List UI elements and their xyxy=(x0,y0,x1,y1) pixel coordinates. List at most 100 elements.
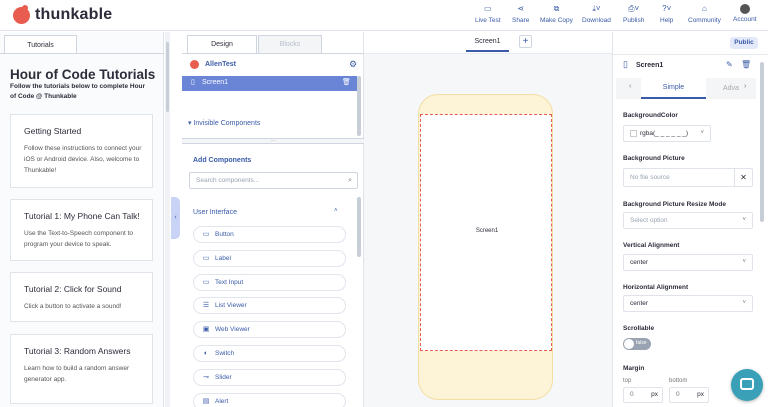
components-scrollbar[interactable] xyxy=(357,197,361,257)
screen-preview[interactable]: Screen1 xyxy=(420,114,552,351)
tab-advanced[interactable]: Adva xyxy=(723,78,745,99)
button-icon: ▭ xyxy=(202,231,210,238)
background-picture-label: Background Picture xyxy=(623,155,685,162)
tutorial-card[interactable]: Tutorial 1: My Phone Can Talk! Use the T… xyxy=(10,199,153,261)
tutorials-scrollbar[interactable] xyxy=(165,32,170,407)
chevron-left-icon[interactable]: ‹ xyxy=(629,83,631,90)
edit-icon[interactable]: ✎ xyxy=(726,60,733,69)
tree-scrollbar[interactable] xyxy=(357,76,361,136)
margin-label: Margin xyxy=(623,365,645,372)
copy-icon: ⧉ xyxy=(553,4,560,13)
collapse-panel-button[interactable]: ‹ xyxy=(171,197,180,239)
card-title: Tutorial 3: Random Answers xyxy=(24,346,131,356)
component-text-input[interactable]: ▭ Text Input xyxy=(193,274,346,291)
trash-icon[interactable]: 🗑 xyxy=(741,60,751,69)
component-slider[interactable]: ⊸ Slider xyxy=(193,369,346,386)
component-switch[interactable]: ◐ Switch xyxy=(193,345,346,362)
chevron-down-icon: ˅ xyxy=(700,130,704,136)
project-row[interactable]: AllenTest ⚙ xyxy=(182,58,357,73)
chevron-left-icon: ‹ xyxy=(174,214,177,221)
screen-tab-bar: Screen1 + xyxy=(364,32,612,54)
search-input[interactable]: Search components... ⌕ xyxy=(189,172,358,189)
alert-icon: ▤ xyxy=(202,398,210,405)
public-badge[interactable]: Public xyxy=(730,37,758,49)
tutorial-card[interactable]: Getting Started Follow these instruction… xyxy=(10,114,153,188)
download-button[interactable]: ⤓˅ Download xyxy=(582,3,611,24)
design-canvas: Screen1 + Screen1 xyxy=(364,32,612,407)
tab-simple[interactable]: Simple xyxy=(641,78,706,99)
margin-bottom-input[interactable]: 0 px xyxy=(669,387,709,403)
horizontal-alignment-label: Horizontal Alignment xyxy=(623,284,689,291)
chevron-right-icon[interactable]: › xyxy=(744,83,746,90)
make-copy-button[interactable]: ⧉ Make Copy xyxy=(540,3,573,24)
vertical-alignment-label: Vertical Alignment xyxy=(623,242,680,249)
card-description: Learn how to build a random answer gener… xyxy=(24,365,130,383)
chat-support-button[interactable] xyxy=(731,369,763,401)
help-icon: ?˅ xyxy=(662,4,672,13)
live-test-icon: ▭ xyxy=(483,4,492,13)
components-panel: Design Blocks AllenTest ⚙ ▯ Screen1 🗑 ▾ … xyxy=(182,32,364,407)
help-button[interactable]: ?˅ Help xyxy=(660,3,673,24)
settings-icon[interactable]: ⚙ xyxy=(349,59,357,70)
component-list-viewer[interactable]: ☰ List Viewer xyxy=(193,297,346,314)
trash-icon[interactable]: 🗑 xyxy=(342,78,351,86)
screen-preview-label: Screen1 xyxy=(475,228,499,234)
publish-icon: ⎙˅ xyxy=(628,4,640,13)
chevron-down-icon: ˅ xyxy=(742,259,746,265)
component-label[interactable]: ▭ Label xyxy=(193,250,346,267)
clear-icon[interactable]: ✕ xyxy=(734,169,752,186)
project-name: AllenTest xyxy=(205,61,236,68)
publish-button[interactable]: ⎙˅ Publish xyxy=(623,3,644,24)
chevron-down-icon: ˅ xyxy=(742,300,746,306)
download-icon: ⤓˅ xyxy=(592,4,601,13)
community-button[interactable]: ⌂ Community xyxy=(688,3,721,24)
scrollable-label: Scrollable xyxy=(623,325,655,332)
community-icon: ⌂ xyxy=(702,4,707,13)
account-button[interactable]: Account xyxy=(733,3,757,23)
add-components-heading: Add Components xyxy=(193,157,252,164)
tab-tutorials[interactable]: Tutorials xyxy=(4,35,77,54)
divider xyxy=(182,53,364,54)
web-viewer-icon: ▣ xyxy=(202,326,210,333)
category-user-interface[interactable]: User Interface ˄ xyxy=(193,208,343,216)
background-color-field[interactable]: rgba(_ _ _ _ _ _) ˅ xyxy=(623,125,711,142)
properties-panel: Public ▯ Screen1 ✎ 🗑 ‹ Simple Adva › Bac… xyxy=(612,32,768,407)
live-test-button[interactable]: ▭ Live Test xyxy=(475,3,501,24)
component-alert[interactable]: ▤ Alert xyxy=(193,393,346,407)
tab-blocks[interactable]: Blocks xyxy=(258,35,322,53)
tutorial-card[interactable]: Tutorial 2: Click for Sound Click a butt… xyxy=(10,272,153,322)
background-picture-field[interactable]: No file source ✕ xyxy=(623,168,753,187)
vertical-alignment-select[interactable]: center ˅ xyxy=(623,254,753,271)
properties-scrollbar[interactable] xyxy=(760,62,764,222)
share-button[interactable]: ⋖ Share xyxy=(512,3,529,24)
resize-mode-select[interactable]: Select option ˅ xyxy=(623,212,753,229)
resize-mode-label: Background Picture Resize Mode xyxy=(623,201,726,208)
scrollbar-thumb[interactable] xyxy=(166,42,169,112)
margin-top-input[interactable]: 0 px xyxy=(623,387,663,403)
resize-handle[interactable]: ··· xyxy=(182,138,364,144)
tree-item-label: Screen1 xyxy=(202,79,229,86)
card-title: Tutorial 2: Click for Sound xyxy=(24,284,122,294)
invisible-components-toggle[interactable]: ▾ Invisible Components xyxy=(188,119,260,127)
margin-bottom-label: bottom xyxy=(669,378,688,384)
component-web-viewer[interactable]: ▣ Web Viewer xyxy=(193,321,346,338)
logo-icon xyxy=(13,4,30,24)
phone-preview: Screen1 xyxy=(418,94,553,400)
top-bar: thunkable ▭ Live Test ⋖ Share ⧉ Make Copy ⤓… xyxy=(0,0,768,31)
toggle-knob xyxy=(624,339,634,349)
card-description: Use the Text-to-Speech component to prog… xyxy=(24,230,133,248)
text-input-icon: ▭ xyxy=(202,279,210,286)
tab-screen1[interactable]: Screen1 xyxy=(466,32,509,52)
horizontal-alignment-select[interactable]: center ˅ xyxy=(623,295,753,312)
label-icon: ▭ xyxy=(202,255,210,262)
tutorial-card[interactable]: Tutorial 3: Random Answers Learn how to … xyxy=(10,334,153,404)
add-screen-button[interactable]: + xyxy=(519,35,532,48)
component-button[interactable]: ▭ Button xyxy=(193,226,346,243)
slider-icon: ⊸ xyxy=(203,374,209,381)
thunkable-logo[interactable]: thunkable xyxy=(13,4,112,24)
tutorials-subtitle: Follow the tutorials below to complete H… xyxy=(10,83,146,100)
scrollable-toggle[interactable]: false xyxy=(623,338,651,350)
app-window: thunkable ▭ Live Test ⋖ Share ⧉ Make Copy ⤓… xyxy=(0,0,768,407)
tab-design[interactable]: Design xyxy=(187,35,257,53)
tree-item-screen1[interactable]: ▯ Screen1 🗑 xyxy=(182,76,357,91)
